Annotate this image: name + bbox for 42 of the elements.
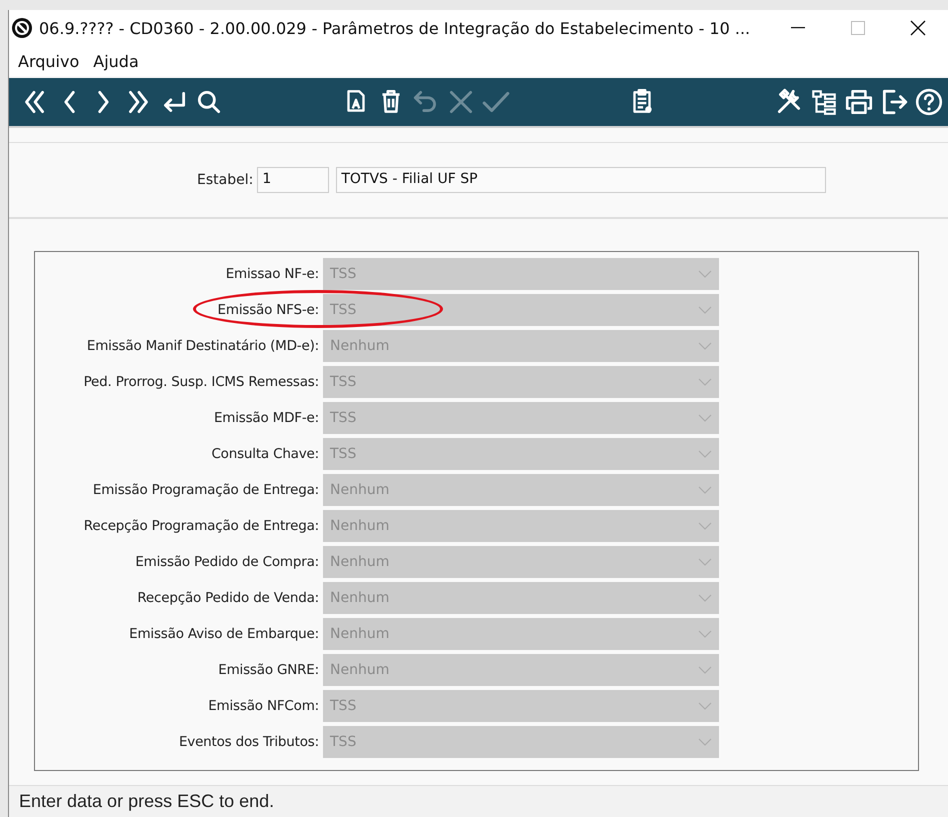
- caret-icon: [698, 378, 712, 386]
- help-button[interactable]: [914, 87, 944, 117]
- name-field[interactable]: TOTVS - Filial UF SP: [336, 167, 826, 193]
- caret-icon: [698, 522, 712, 530]
- field-label: Emissao NF-e:: [224, 266, 320, 282]
- caret-icon: [698, 738, 712, 746]
- caret-icon: [698, 486, 712, 494]
- caret-icon: [698, 450, 712, 458]
- field-label: Emissão GNRE:: [217, 662, 320, 678]
- field-label: Eventos dos Tributos:: [178, 734, 320, 750]
- field-label: Emissão MDF-e:: [212, 410, 320, 426]
- menu-item[interactable]: Ajuda: [88, 50, 144, 72]
- printer-icon: [844, 87, 874, 117]
- field-label: Emissão NFS-e:: [216, 302, 320, 318]
- window-title: 06.9.???? - CD0360 - 2.00.00.029 - Parâmetros de Integração do Estabelecimento - 10 ...: [39, 18, 752, 38]
- code-field[interactable]: 1: [257, 167, 330, 193]
- field-label: Ped. Prorrog. Susp. ICMS Remessas:: [82, 374, 320, 390]
- field-label: Emissão Programação de Entrega:: [92, 482, 320, 498]
- caret-icon: [698, 558, 712, 566]
- caret-icon: [698, 342, 712, 350]
- close-icon: [910, 20, 926, 36]
- field-label: Emissão NFCom:: [207, 698, 320, 714]
- field-label: Emissão Pedido de Compra:: [134, 554, 320, 570]
- caret-icon: [698, 270, 712, 278]
- field-label: Emissão Aviso de Embarque:: [128, 626, 320, 642]
- field-label: Estabel:: [197, 172, 254, 188]
- menu-item[interactable]: Arquivo: [13, 50, 84, 72]
- caret-icon: [698, 702, 712, 710]
- caret-icon: [698, 594, 712, 602]
- field-label: Recepção Pedido de Venda:: [136, 590, 320, 606]
- maximize-icon: [851, 21, 865, 35]
- printer-button[interactable]: [844, 87, 874, 117]
- caret-icon: [698, 666, 712, 674]
- field-label: Consulta Chave:: [210, 446, 320, 462]
- caret-icon: [698, 306, 712, 314]
- status-bar: Enter data or press ESC to end.: [9, 785, 948, 817]
- field-label: Emissão Manif Destinatário (MD-e):: [86, 338, 320, 354]
- help-icon: [914, 87, 944, 117]
- minimize-icon: [791, 27, 805, 29]
- caret-icon: [698, 630, 712, 638]
- caret-icon: [698, 414, 712, 422]
- field-label: Recepção Programação de Entrega:: [82, 518, 320, 534]
